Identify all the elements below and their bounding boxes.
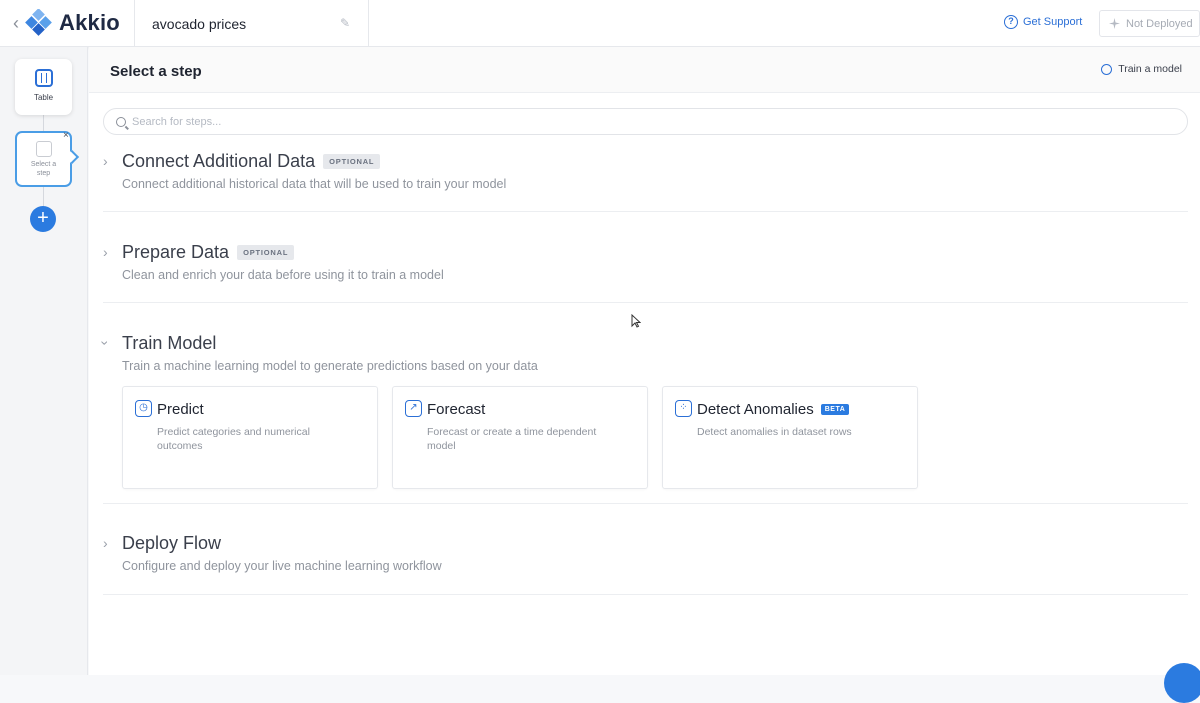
section-title-text: Connect Additional Data [122, 151, 316, 171]
section-description: Configure and deploy your live machine l… [122, 559, 442, 573]
search-icon [116, 116, 126, 127]
step-picker-panel: Select a step Train a model › Connect Ad… [89, 47, 1200, 675]
rail-connector [43, 115, 44, 131]
optional-badge: OPTIONAL [237, 245, 295, 260]
akkio-logo-mark-icon [25, 9, 52, 36]
pencil-edit-icon[interactable]: ✎ [340, 16, 352, 30]
card-description: Forecast or create a time dependent mode… [427, 426, 597, 452]
flow-node-label: Table [33, 93, 54, 102]
chevron-down-icon[interactable]: › [97, 341, 113, 346]
node-pointer [64, 149, 80, 165]
top-bar: ‹ Akkio avocado prices ✎ ? Get Support N… [0, 0, 1200, 47]
chevron-right-icon[interactable]: › [103, 153, 108, 169]
card-title: Forecast [427, 401, 485, 418]
get-support-label: Get Support [1023, 16, 1083, 28]
deploy-status-label: Not Deployed [1126, 17, 1193, 30]
predict-icon: ◷ [135, 400, 152, 417]
section-connect-additional-data[interactable]: › Connect Additional Data OPTIONAL Conne… [103, 151, 1188, 212]
section-description: Clean and enrich your data before using … [122, 268, 444, 282]
step-card-predict[interactable]: ◷ Predict Predict categories and numeric… [122, 386, 378, 489]
section-title-text: Deploy Flow [122, 533, 222, 553]
close-icon[interactable]: × [63, 130, 69, 141]
section-title[interactable]: Train Model [122, 333, 216, 354]
page-title: Select a step [110, 63, 202, 80]
section-title[interactable]: Prepare Data OPTIONAL [122, 242, 295, 263]
section-description: Connect additional historical data that … [122, 177, 507, 191]
train-model-label: Train a model [1118, 63, 1182, 75]
flow-node-table[interactable]: Table [15, 59, 72, 115]
deploy-status-button[interactable]: Not Deployed [1099, 10, 1200, 37]
deploy-sparkle-icon [1109, 18, 1120, 29]
table-icon [34, 69, 53, 87]
add-step-button[interactable]: + [30, 206, 56, 232]
logo-text: Akkio [59, 10, 120, 35]
empty-step-icon [35, 141, 52, 157]
step-card-forecast[interactable]: ↗ Forecast Forecast or create a time dep… [392, 386, 648, 489]
card-description: Predict categories and numerical outcome… [157, 426, 310, 452]
flow-rail: Table Select a step × + [0, 47, 88, 675]
card-title: Detect Anomalies BETA [697, 401, 850, 418]
card-title-text: Predict [157, 401, 204, 418]
section-title-text: Prepare Data [122, 242, 230, 262]
card-description: Detect anomalies in dataset rows [697, 426, 852, 438]
chat-widget-button[interactable] [1164, 663, 1200, 703]
rail-connector [43, 187, 44, 206]
mouse-cursor-icon [631, 314, 641, 328]
section-title-text: Train Model [122, 333, 217, 353]
step-card-detect-anomalies[interactable]: ⁘ Detect Anomalies BETA Detect anomalies… [662, 386, 918, 489]
card-title: Predict [157, 401, 204, 418]
step-search[interactable] [103, 108, 1188, 135]
section-description: Train a machine learning model to genera… [122, 359, 538, 373]
circle-icon [1101, 63, 1113, 75]
get-support-link[interactable]: ? Get Support [1004, 15, 1082, 29]
section-title[interactable]: Connect Additional Data OPTIONAL [122, 151, 381, 172]
chevron-right-icon[interactable]: › [103, 244, 108, 260]
beta-badge: BETA [820, 404, 850, 415]
akkio-logo[interactable]: Akkio [25, 9, 120, 37]
section-deploy-flow[interactable]: › Deploy Flow Configure and deploy your … [103, 533, 1188, 595]
project-name: avocado prices [152, 15, 247, 32]
optional-badge: OPTIONAL [323, 154, 381, 169]
search-input[interactable] [132, 115, 1032, 128]
panel-header: Select a step Train a model [89, 47, 1200, 93]
section-prepare-data[interactable]: › Prepare Data OPTIONAL Clean and enrich… [103, 242, 1188, 303]
card-title-text: Forecast [427, 401, 486, 418]
forecast-icon: ↗ [405, 400, 422, 417]
flow-node-label: Select a step [30, 161, 57, 177]
card-title-text: Detect Anomalies [697, 401, 814, 418]
question-circle-icon: ? [1004, 15, 1018, 29]
anomaly-icon: ⁘ [675, 400, 692, 417]
project-name-field[interactable]: avocado prices ✎ [134, 0, 369, 47]
train-model-indicator: Train a model [1101, 63, 1182, 75]
chevron-right-icon[interactable]: › [103, 535, 108, 551]
section-title[interactable]: Deploy Flow [122, 533, 221, 554]
